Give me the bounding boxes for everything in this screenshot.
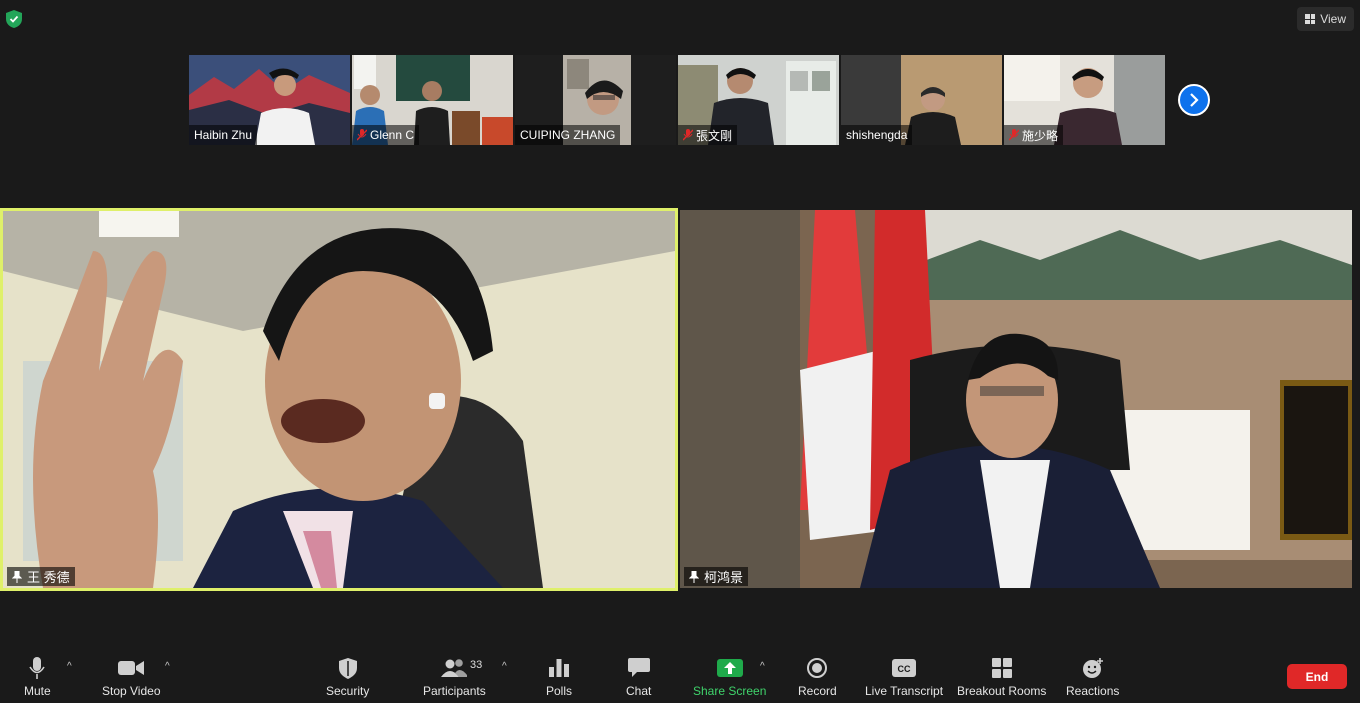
muted-mic-icon <box>357 129 367 141</box>
security-button[interactable]: Security <box>326 655 369 698</box>
speaker-name-tag: 王 秀德 <box>7 567 75 586</box>
microphone-icon <box>29 657 46 679</box>
participants-icon <box>441 659 468 677</box>
view-button[interactable]: View <box>1297 7 1354 31</box>
breakout-rooms-grid-icon <box>991 658 1012 678</box>
share-options-caret[interactable]: ^ <box>760 661 765 672</box>
participant-name-tag: CUIPING ZHANG <box>515 125 621 145</box>
chevron-right-icon <box>1190 93 1199 107</box>
participant-thumbnail[interactable]: 施少略 <box>1004 55 1165 145</box>
meeting-controls-toolbar: Mute ^ Stop Video ^ Security Participant… <box>0 645 1360 703</box>
security-shield-icon <box>338 657 357 679</box>
encryption-shield-icon[interactable] <box>6 10 22 28</box>
participant-thumbnail[interactable]: Glenn C <box>352 55 513 145</box>
speaker-video-tile-active[interactable]: 王 秀德 <box>0 208 678 591</box>
participant-name-tag: Glenn C <box>352 125 420 145</box>
participant-name-tag: shishengda <box>841 125 913 145</box>
pin-icon <box>12 570 22 583</box>
next-page-button[interactable] <box>1178 84 1210 116</box>
participant-name-tag: Haibin Zhu <box>189 125 258 145</box>
zoom-meeting-window: View Haibin Zhu Glenn C CUIPING ZHANG 張文… <box>0 0 1360 703</box>
share-screen-button[interactable]: Share Screen <box>693 655 766 698</box>
end-meeting-button[interactable]: End <box>1287 664 1347 689</box>
audio-options-caret[interactable]: ^ <box>67 661 72 672</box>
video-feed <box>3 211 675 588</box>
participant-thumbnail[interactable]: shishengda <box>841 55 1002 145</box>
video-camera-icon <box>118 661 145 675</box>
participant-thumbnail[interactable]: Haibin Zhu <box>189 55 350 145</box>
closed-captions-icon: CC <box>892 659 917 677</box>
video-options-caret[interactable]: ^ <box>165 661 170 672</box>
participant-name-tag: 張文剛 <box>678 125 738 145</box>
record-icon <box>807 658 828 678</box>
participant-thumbnail[interactable]: 張文剛 <box>678 55 839 145</box>
participants-options-caret[interactable]: ^ <box>502 661 507 672</box>
smiley-plus-icon <box>1082 658 1103 678</box>
chat-bubble-icon <box>627 658 650 677</box>
speaker-video-tile[interactable]: 柯鸿景 <box>680 210 1352 588</box>
polls-bar-chart-icon <box>549 659 569 677</box>
chat-button[interactable]: Chat <box>626 655 651 698</box>
breakout-rooms-button[interactable]: Breakout Rooms <box>957 655 1046 698</box>
participant-name-tag: 施少略 <box>1004 125 1064 145</box>
share-screen-arrow-icon <box>716 659 743 677</box>
view-button-label: View <box>1320 12 1346 26</box>
participant-thumbnail-strip: Haibin Zhu Glenn C CUIPING ZHANG 張文剛 shi… <box>189 55 1165 145</box>
grid-view-icon <box>1305 14 1316 24</box>
reactions-button[interactable]: Reactions <box>1066 655 1119 698</box>
participants-count: 33 <box>470 659 483 671</box>
video-feed <box>680 210 1352 588</box>
mute-button[interactable]: Mute <box>24 655 51 698</box>
participant-thumbnail[interactable]: CUIPING ZHANG <box>515 55 676 145</box>
polls-button[interactable]: Polls <box>546 655 572 698</box>
svg-text:CC: CC <box>898 664 911 674</box>
record-button[interactable]: Record <box>798 655 837 698</box>
live-transcript-button[interactable]: CC Live Transcript <box>865 655 943 698</box>
muted-mic-icon <box>1009 129 1019 141</box>
stop-video-button[interactable]: Stop Video <box>102 655 161 698</box>
muted-mic-icon <box>683 129 693 141</box>
pin-icon <box>689 570 699 583</box>
speaker-name-tag: 柯鸿景 <box>684 567 749 586</box>
